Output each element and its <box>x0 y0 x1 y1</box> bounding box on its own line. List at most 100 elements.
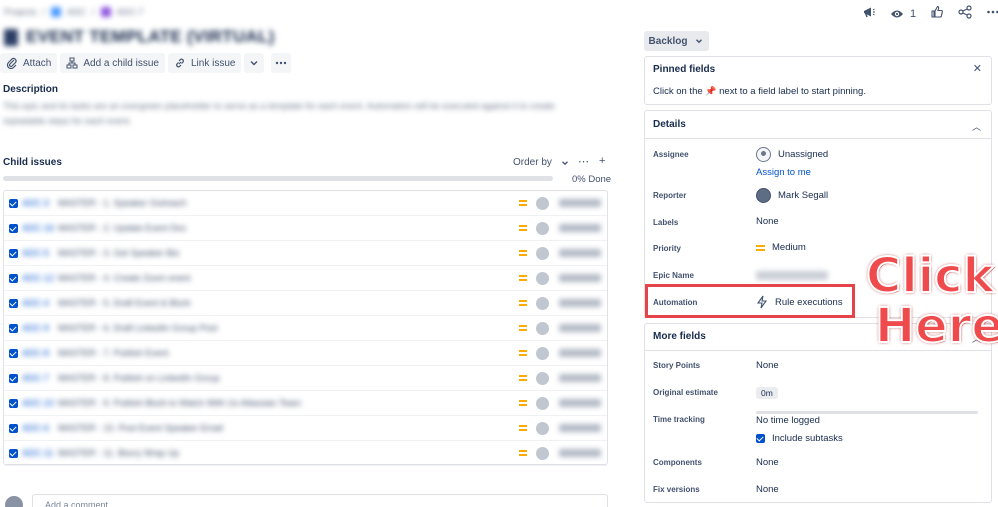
issue-summary[interactable]: MASTER - 11. Blurry Wrap Up <box>58 448 179 458</box>
issue-summary[interactable]: MASTER - 1. Speaker Outreach <box>58 198 187 208</box>
story-points-value[interactable]: None <box>756 360 779 371</box>
original-estimate-value[interactable]: 0m <box>756 387 778 399</box>
priority-medium-icon <box>519 425 527 431</box>
issue-summary[interactable]: MASTER - 3. Get Speaker Bio <box>58 248 180 258</box>
issue-key[interactable]: ADC-16 <box>22 223 54 233</box>
issue-summary[interactable]: MASTER - 2. Update Event Doc <box>58 223 187 233</box>
avatar[interactable] <box>536 421 549 435</box>
assignee-field[interactable]: Unassigned <box>756 147 828 162</box>
issue-title[interactable]: EVENT TEMPLATE (VIRTUAL) <box>26 27 275 47</box>
time-tracking-bar[interactable] <box>756 411 978 414</box>
include-subtasks-checkbox[interactable]: Include subtasks <box>756 433 843 444</box>
table-row[interactable]: ADC-5 MASTER - 3. Get Speaker Bio <box>4 241 607 266</box>
issue-key[interactable]: ADC-5 <box>22 248 49 258</box>
child-more-icon[interactable]: ⋯ <box>578 155 589 168</box>
share-button[interactable] <box>958 5 972 22</box>
status-badge[interactable] <box>559 449 601 457</box>
like-button[interactable] <box>930 5 944 22</box>
order-by-button[interactable]: Order by <box>513 157 570 168</box>
chevron-up-icon[interactable]: ︿ <box>972 120 981 133</box>
table-row[interactable]: ADC-6 MASTER - 10. Post Event Speaker Ema… <box>4 416 607 441</box>
issue-key[interactable]: ADC-10 <box>22 398 54 408</box>
pinned-hint-suffix: next to a field label to start pinning. <box>719 86 866 97</box>
status-badge[interactable] <box>559 299 601 307</box>
more-actions-button[interactable] <box>986 5 998 22</box>
task-icon <box>9 373 18 383</box>
avatar[interactable] <box>536 321 549 335</box>
status-badge[interactable] <box>559 424 601 432</box>
table-row[interactable]: ADC-10 MASTER - 9. Publish Blurb to Watch… <box>4 391 607 416</box>
issue-key[interactable]: ADC-12 <box>22 273 54 283</box>
avatar[interactable] <box>536 221 549 235</box>
link-dropdown-button[interactable] <box>244 53 265 73</box>
task-icon <box>9 398 18 408</box>
status-button[interactable]: Backlog <box>644 31 709 51</box>
issue-summary[interactable]: MASTER - 8. Publish on LinkedIn Group <box>58 373 220 383</box>
issue-summary[interactable]: MASTER - 6. Draft LinkedIn Group Post <box>58 323 218 333</box>
breadcrumb-issue[interactable]: ADC-7 <box>117 7 144 17</box>
child-add-icon[interactable]: + <box>599 155 605 168</box>
add-child-issue-button[interactable]: Add a child issue <box>60 53 165 73</box>
issue-key[interactable]: ADC-11 <box>22 448 53 458</box>
watch-button[interactable]: 1 <box>890 7 916 21</box>
issue-summary[interactable]: MASTER - 4. Create Zoom event <box>58 273 191 283</box>
avatar[interactable] <box>536 271 549 285</box>
status-badge[interactable] <box>559 199 601 207</box>
avatar[interactable] <box>536 196 549 210</box>
components-value[interactable]: None <box>756 457 779 468</box>
status-badge[interactable] <box>559 324 601 332</box>
issue-summary[interactable]: MASTER - 5. Draft Event & Blurb <box>58 298 191 308</box>
fix-versions-value[interactable]: None <box>756 484 779 495</box>
status-badge[interactable] <box>559 399 601 407</box>
breadcrumb-project[interactable]: ADC <box>67 7 86 17</box>
priority-field[interactable]: Medium <box>756 242 806 253</box>
avatar[interactable] <box>536 296 549 310</box>
reporter-field[interactable]: Mark Segall <box>756 188 828 203</box>
issue-summary[interactable]: MASTER - 7. Publish Event <box>58 348 169 358</box>
issue-summary[interactable]: MASTER - 10. Post Event Speaker Email <box>58 423 223 433</box>
feedback-button[interactable] <box>862 5 876 22</box>
issue-key[interactable]: ADC-7 <box>22 373 49 383</box>
avatar[interactable] <box>536 246 549 260</box>
comment-input[interactable]: Add a comment... <box>32 494 608 507</box>
issue-key[interactable]: ADC-8 <box>22 348 49 358</box>
issue-key[interactable]: ADC-9 <box>22 323 49 333</box>
more-icon <box>987 10 998 14</box>
status-badge[interactable] <box>559 224 601 232</box>
avatar[interactable] <box>536 396 549 410</box>
breadcrumb-projects[interactable]: Projects <box>4 7 37 17</box>
priority-value: Medium <box>772 242 806 253</box>
avatar[interactable] <box>536 446 549 460</box>
status-badge[interactable] <box>559 374 601 382</box>
avatar[interactable] <box>536 346 549 360</box>
table-row[interactable]: ADC-7 MASTER - 8. Publish on LinkedIn Gro… <box>4 366 607 391</box>
epic-name-value[interactable] <box>756 271 828 280</box>
table-row[interactable]: ADC-8 MASTER - 7. Publish Event <box>4 341 607 366</box>
status-badge[interactable] <box>559 349 601 357</box>
issue-summary[interactable]: MASTER - 9. Publish Blurb to Watch With … <box>58 398 301 408</box>
task-icon <box>9 298 18 308</box>
attach-button[interactable]: Attach <box>0 53 58 73</box>
epic-name-label: Epic Name <box>653 271 694 280</box>
details-title[interactable]: Details <box>653 119 686 130</box>
table-row[interactable]: ADC-12 MASTER - 4. Create Zoom event <box>4 266 607 291</box>
issue-key[interactable]: ADC-4 <box>22 298 49 308</box>
more-fields-title[interactable]: More fields <box>653 331 706 342</box>
status-badge[interactable] <box>559 249 601 257</box>
labels-value[interactable]: None <box>756 216 779 227</box>
chevron-down-icon <box>250 61 258 66</box>
issue-key[interactable]: ADC-6 <box>22 423 49 433</box>
table-row[interactable]: ADC-11 MASTER - 11. Blurry Wrap Up <box>4 441 607 466</box>
more-actions-button[interactable] <box>271 53 292 73</box>
table-row[interactable]: ADC-9 MASTER - 6. Draft LinkedIn Group Po… <box>4 316 607 341</box>
link-issue-button[interactable]: Link issue <box>167 53 242 73</box>
description-text[interactable]: This epic and its tasks are an evergreen… <box>3 99 593 129</box>
issue-key[interactable]: ADC-3 <box>22 198 49 208</box>
assign-to-me-link[interactable]: Assign to me <box>756 167 811 178</box>
table-row[interactable]: ADC-4 MASTER - 5. Draft Event & Blurb <box>4 291 607 316</box>
avatar[interactable] <box>536 371 549 385</box>
table-row[interactable]: ADC-16 MASTER - 2. Update Event Doc <box>4 216 607 241</box>
table-row[interactable]: ADC-3 MASTER - 1. Speaker Outreach <box>4 191 607 216</box>
close-icon[interactable]: ✕ <box>973 62 982 75</box>
status-badge[interactable] <box>559 274 601 282</box>
